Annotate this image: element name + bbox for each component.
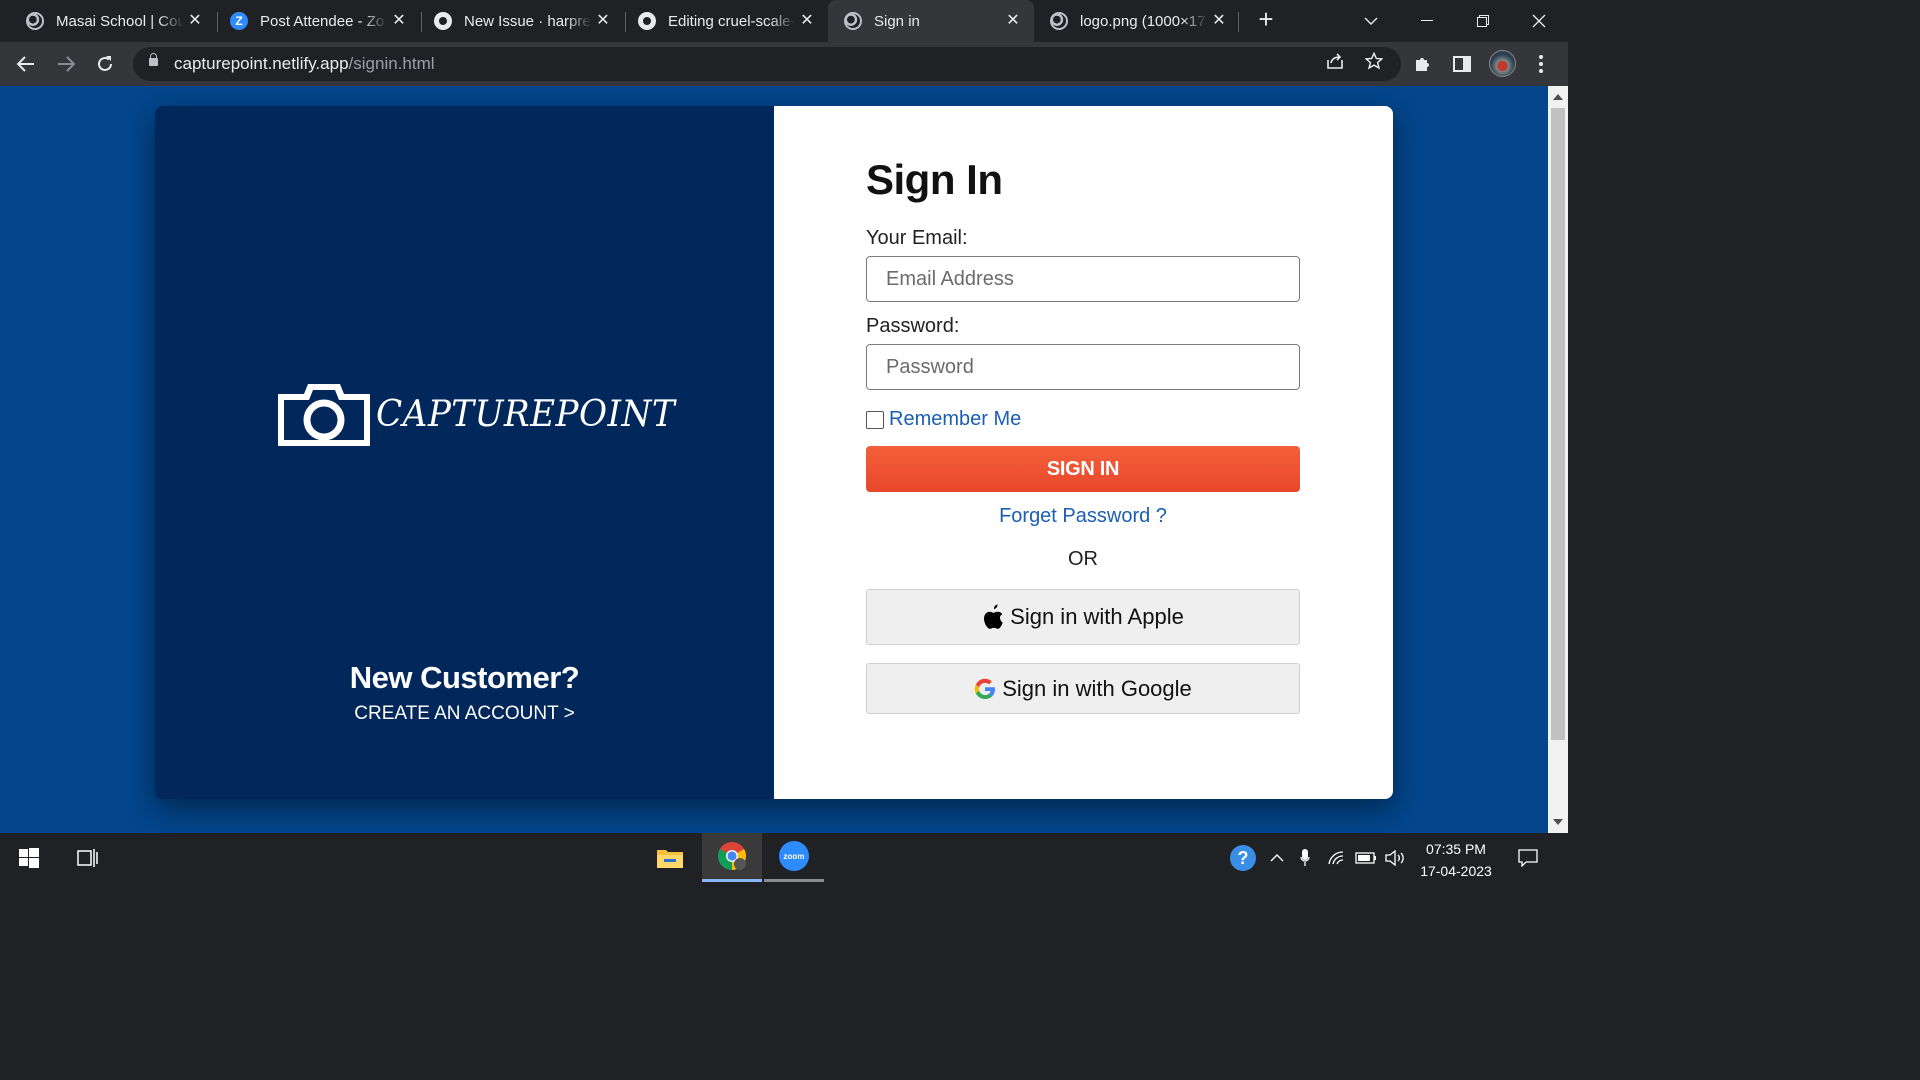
restore-icon[interactable] [1455, 0, 1511, 42]
tab-separator [1238, 12, 1239, 32]
close-window-icon[interactable] [1511, 0, 1567, 42]
tab-masai-school[interactable]: Masai School | Cou ✕ [10, 0, 216, 42]
camera-logo-icon [278, 384, 370, 446]
notification-center-icon[interactable] [1510, 833, 1546, 882]
email-field[interactable] [866, 256, 1300, 302]
new-tab-plus-icon[interactable]: + [1254, 6, 1278, 32]
side-panel-icon[interactable] [1448, 50, 1476, 78]
close-icon[interactable]: ✕ [390, 12, 408, 30]
clock-time: 07:35 PM [1426, 841, 1486, 857]
zoom-icon: Z [230, 12, 248, 30]
scroll-up-arrow-icon[interactable] [1553, 94, 1563, 100]
minimize-icon[interactable] [1399, 0, 1455, 42]
url-host: capturepoint.netlify.app [174, 54, 349, 73]
more-menu-icon[interactable] [1527, 50, 1555, 78]
volume-icon[interactable] [1382, 833, 1408, 882]
close-icon[interactable]: ✕ [1210, 12, 1228, 30]
brand-panel: CAPTUREPOINT New Customer? CREATE AN ACC… [155, 106, 774, 799]
windows-taskbar: zoom ? 07:35 PM 17-04-2023 [0, 833, 1568, 882]
sign-in-button[interactable]: SIGN IN [866, 446, 1300, 492]
signin-card: CAPTUREPOINT New Customer? CREATE AN ACC… [155, 106, 1393, 799]
close-icon[interactable]: ✕ [1004, 12, 1022, 30]
brand-name: CAPTUREPOINT [376, 393, 676, 435]
tab-logo-png[interactable]: logo.png (1000×17 ✕ [1034, 0, 1240, 42]
sign-in-with-apple-button[interactable]: Sign in with Apple [866, 589, 1300, 645]
address-bar[interactable]: capturepoint.netlify.app/signin.html [133, 47, 1401, 81]
microphone-icon[interactable] [1292, 833, 1318, 882]
apple-icon [982, 604, 1004, 630]
page-scrollbar[interactable] [1548, 86, 1568, 833]
file-explorer-icon[interactable] [640, 833, 700, 882]
remember-me-checkbox[interactable] [866, 410, 884, 429]
chrome-taskbar-icon[interactable] [702, 833, 762, 882]
close-icon[interactable]: ✕ [186, 12, 204, 30]
url-text: capturepoint.netlify.app/signin.html [174, 54, 435, 74]
browser-toolbar: capturepoint.netlify.app/signin.html [0, 42, 1568, 86]
tab-new-issue[interactable]: New Issue · harpree ✕ [418, 0, 624, 42]
close-icon[interactable]: ✕ [798, 12, 816, 30]
sign-in-with-google-button[interactable]: Sign in with Google [866, 663, 1300, 714]
remember-me-label[interactable]: Remember Me [889, 408, 1021, 431]
or-divider: OR [1068, 548, 1098, 570]
remember-me-row: Remember Me [866, 408, 1021, 431]
page-title: Sign In [866, 156, 1003, 203]
password-label: Password: [866, 315, 960, 337]
lock-icon [149, 53, 158, 66]
battery-icon[interactable] [1352, 833, 1380, 882]
show-hidden-icons-chevron-icon[interactable] [1264, 833, 1290, 882]
new-customer-heading: New Customer? [349, 660, 580, 695]
capturepoint-logo: CAPTUREPOINT [278, 382, 691, 446]
tab-post-attendee[interactable]: Z Post Attendee - Zo ✕ [214, 0, 420, 42]
profile-avatar[interactable] [1489, 50, 1516, 77]
tab-editing[interactable]: Editing cruel-scale- ✕ [622, 0, 828, 42]
google-button-label: Sign in with Google [1002, 675, 1192, 701]
scroll-down-arrow-icon[interactable] [1553, 819, 1563, 825]
browser-tab-strip: Masai School | Cou ✕ Z Post Attendee - Z… [0, 0, 1568, 42]
windows-start-icon[interactable] [0, 833, 58, 882]
tab-sign-in[interactable]: Sign in ✕ [828, 0, 1034, 42]
globe-icon [844, 12, 862, 30]
url-path: /signin.html [348, 54, 435, 73]
help-icon[interactable]: ? [1228, 833, 1258, 882]
share-icon[interactable] [1323, 52, 1347, 76]
extensions-puzzle-icon[interactable] [1409, 50, 1437, 78]
globe-icon [1050, 12, 1068, 30]
wifi-icon[interactable] [1322, 833, 1352, 882]
clock-date: 17-04-2023 [1420, 863, 1492, 879]
forward-arrow-icon[interactable] [52, 50, 80, 78]
google-icon [974, 678, 996, 700]
github-icon [638, 12, 656, 30]
scrollbar-thumb[interactable] [1551, 108, 1565, 740]
email-label: Your Email: [866, 227, 968, 249]
taskbar-clock[interactable]: 07:35 PM 17-04-2023 [1412, 838, 1500, 882]
password-field[interactable] [866, 344, 1300, 390]
globe-icon [26, 12, 44, 30]
zoom-taskbar-icon[interactable]: zoom [764, 833, 824, 882]
task-view-icon[interactable] [58, 833, 118, 882]
forgot-password-link[interactable]: Forget Password ? [866, 505, 1300, 528]
apple-button-label: Sign in with Apple [1010, 604, 1184, 629]
back-arrow-icon[interactable] [12, 50, 40, 78]
create-account-link[interactable]: CREATE AN ACCOUNT > [155, 703, 774, 725]
tab-search-chevron-icon[interactable] [1343, 0, 1399, 42]
zoom-app-badge: zoom [779, 841, 809, 871]
page-viewport: CAPTUREPOINT New Customer? CREATE AN ACC… [0, 86, 1548, 833]
reload-icon[interactable] [91, 50, 119, 78]
signin-form-panel: Sign In Your Email: Password: Remember M… [774, 106, 1393, 799]
close-icon[interactable]: ✕ [594, 12, 612, 30]
bookmark-star-icon[interactable] [1362, 51, 1386, 76]
github-icon [434, 12, 452, 30]
